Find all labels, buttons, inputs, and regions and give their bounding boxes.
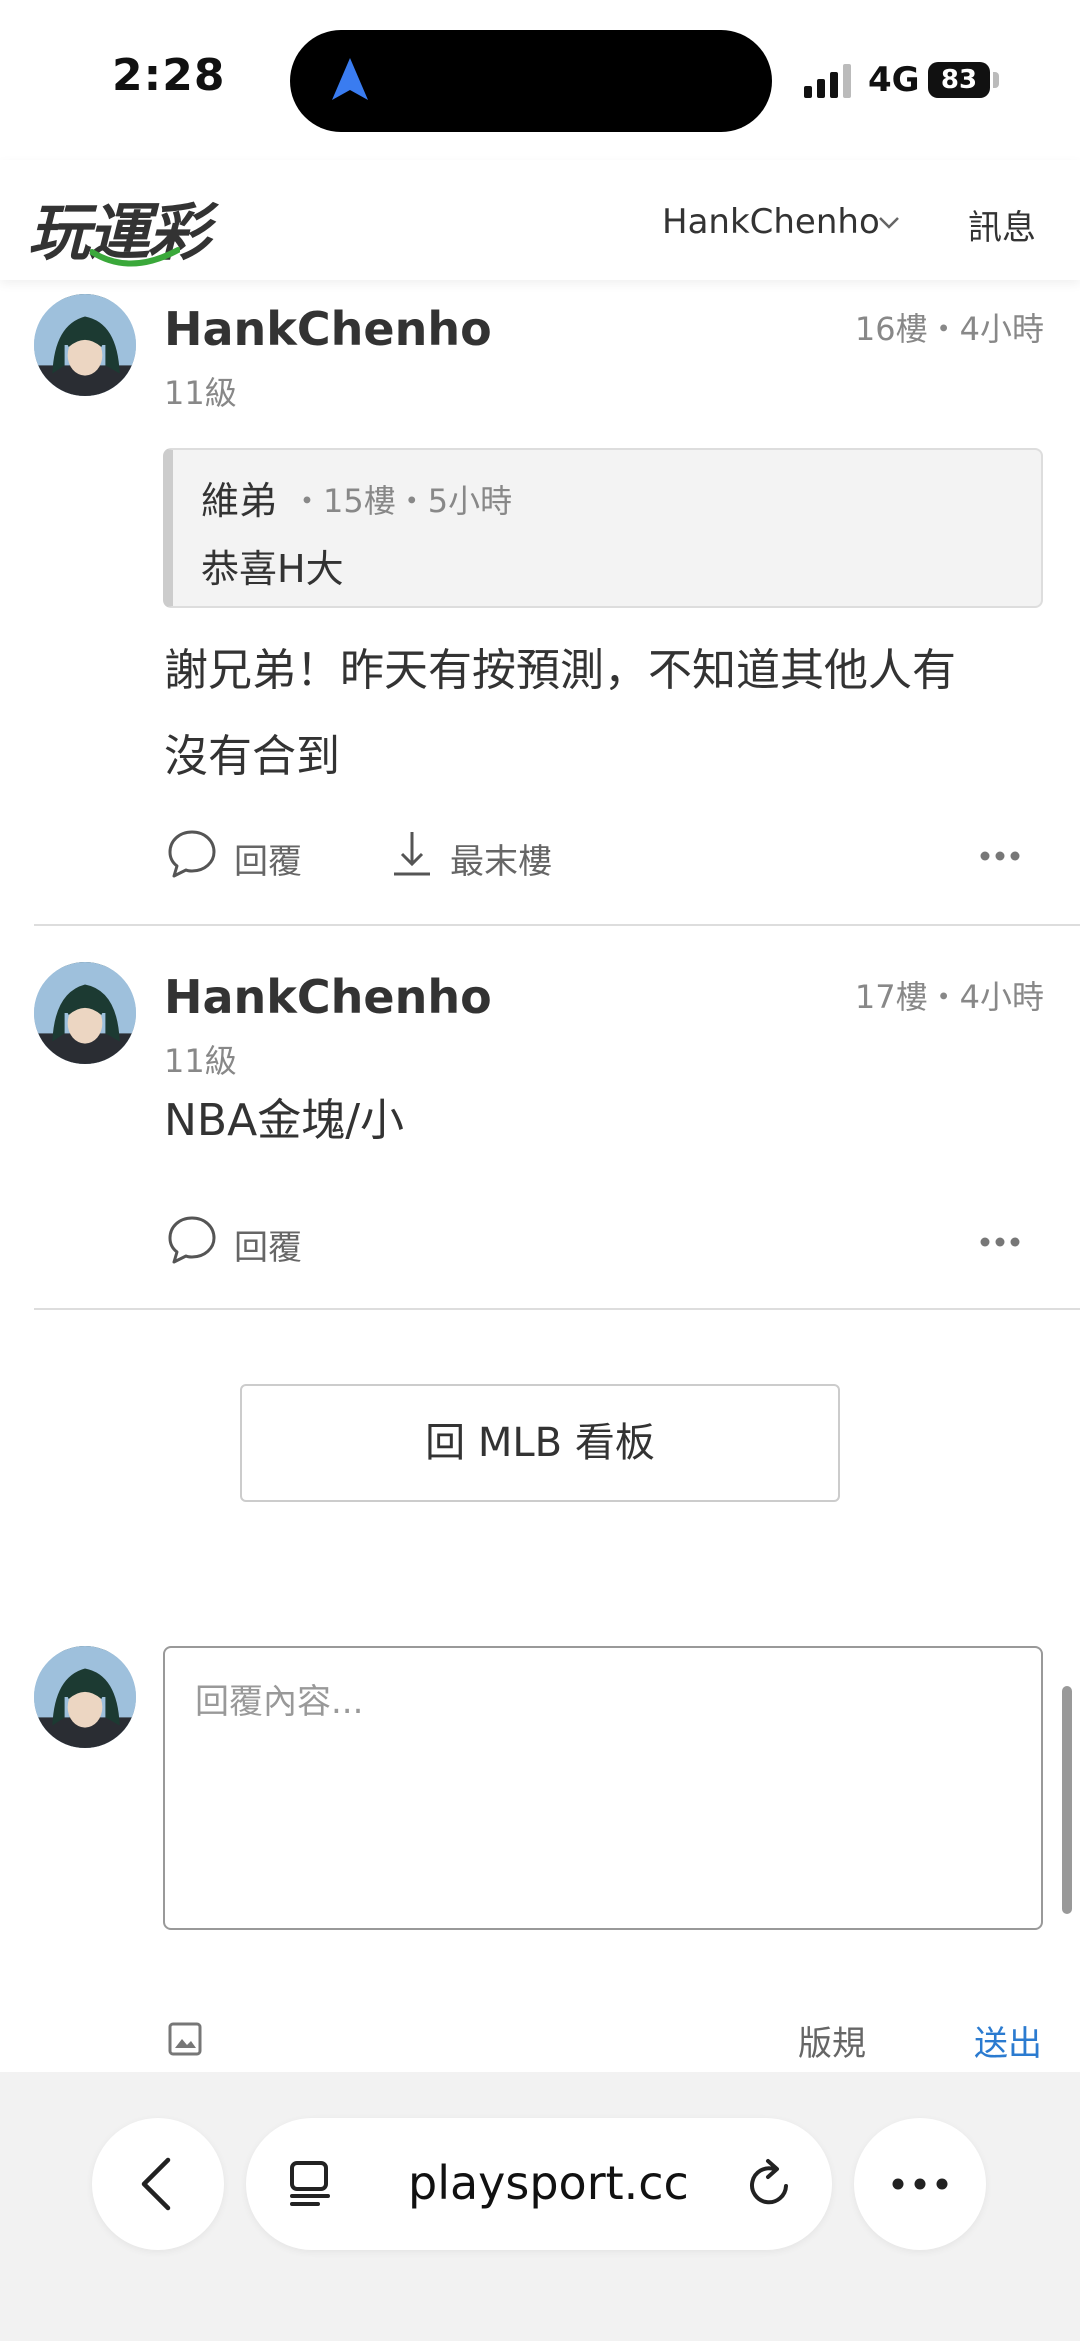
user-level: 11級 <box>164 1042 237 1080</box>
browser-toolbar: playsport.cc <box>0 2072 1080 2341</box>
logo-swoosh-icon <box>90 247 180 267</box>
header-messages-link[interactable]: 訊息 <box>968 200 1036 249</box>
post-divider <box>34 1308 1080 1310</box>
tabs-icon[interactable] <box>288 2160 332 2208</box>
post-meta: 16樓・4小時 <box>854 310 1044 348</box>
dynamic-island <box>290 30 772 132</box>
post-body: 謝兄弟！昨天有按預測，不知道其他人有 沒有合到 <box>164 628 1044 800</box>
comment-icon[interactable] <box>166 828 218 880</box>
status-time: 2:28 <box>112 50 226 101</box>
reply-button[interactable]: 回覆 <box>234 1220 302 1269</box>
submit-button[interactable]: 送出 <box>974 2016 1042 2065</box>
post-body: NBA金塊/小 <box>164 1095 405 1146</box>
navigation-arrow-icon <box>332 58 368 100</box>
post-body-line: 謝兄弟！昨天有按預測，不知道其他人有 <box>164 645 956 696</box>
image-icon[interactable] <box>168 2022 202 2056</box>
avatar[interactable] <box>34 294 136 396</box>
header-username[interactable]: HankChenho <box>662 202 880 242</box>
site-header: 玩運彩 HankChenho 訊息 <box>0 160 1080 280</box>
quote-text: 恭喜H大 <box>201 547 344 591</box>
more-icon[interactable] <box>980 1236 1020 1248</box>
more-icon <box>892 2178 948 2190</box>
reply-button[interactable]: 回覆 <box>234 834 302 883</box>
network-label: 4G <box>868 60 920 100</box>
rules-link[interactable]: 版規 <box>798 2016 866 2065</box>
download-icon[interactable] <box>390 828 434 880</box>
back-icon <box>141 2157 171 2211</box>
status-bar: 2:28 4G 83 <box>0 0 1080 160</box>
reload-icon[interactable] <box>746 2158 794 2210</box>
signal-icon <box>804 64 851 98</box>
more-icon[interactable] <box>980 850 1020 862</box>
back-to-board-button[interactable]: 回 MLB 看板 <box>240 1384 840 1502</box>
url-text[interactable]: playsport.cc <box>408 2156 689 2210</box>
avatar[interactable] <box>34 962 136 1064</box>
last-floor-button[interactable]: 最末樓 <box>450 834 552 883</box>
battery-indicator: 83 <box>928 62 990 98</box>
post-divider <box>34 924 1080 926</box>
quote-author[interactable]: 維弟 <box>201 470 277 525</box>
battery-tip <box>993 72 999 88</box>
post-author[interactable]: HankChenho <box>164 970 492 1024</box>
quote-meta: ・15樓・5小時 <box>291 482 513 520</box>
avatar <box>34 1646 136 1748</box>
address-bar[interactable]: playsport.cc <box>246 2118 832 2250</box>
quote-block: 維弟 ・15樓・5小時 恭喜H大 <box>163 448 1043 608</box>
post-author[interactable]: HankChenho <box>164 302 492 356</box>
user-level: 11級 <box>164 374 237 412</box>
browser-back-button[interactable] <box>92 2118 224 2250</box>
reply-content-input[interactable] <box>163 1646 1043 1930</box>
scrollbar[interactable] <box>1062 1686 1072 1914</box>
browser-more-button[interactable] <box>854 2118 986 2250</box>
chevron-down-icon[interactable] <box>878 216 900 230</box>
post-body-line: 沒有合到 <box>164 731 340 782</box>
comment-icon[interactable] <box>166 1214 218 1266</box>
post-meta: 17樓・4小時 <box>854 978 1044 1016</box>
